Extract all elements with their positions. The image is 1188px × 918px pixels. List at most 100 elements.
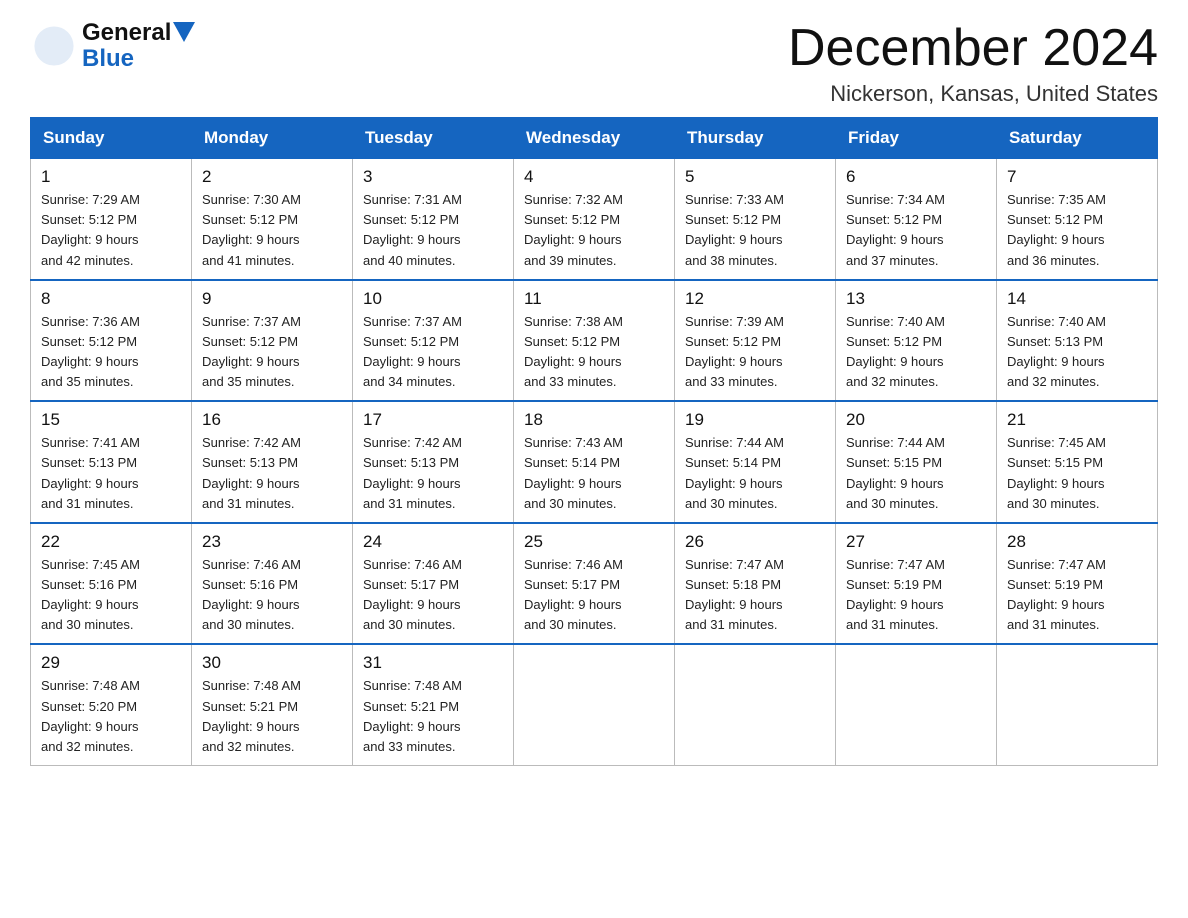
day-number: 10 [363,289,503,309]
day-number: 12 [685,289,825,309]
day-info: Sunrise: 7:29 AM Sunset: 5:12 PM Dayligh… [41,190,181,271]
day-number: 3 [363,167,503,187]
calendar-week-row: 29 Sunrise: 7:48 AM Sunset: 5:20 PM Dayl… [31,644,1158,765]
calendar-cell: 7 Sunrise: 7:35 AM Sunset: 5:12 PM Dayli… [997,159,1158,280]
day-number: 20 [846,410,986,430]
day-info: Sunrise: 7:43 AM Sunset: 5:14 PM Dayligh… [524,433,664,514]
day-info: Sunrise: 7:46 AM Sunset: 5:17 PM Dayligh… [524,555,664,636]
day-info: Sunrise: 7:41 AM Sunset: 5:13 PM Dayligh… [41,433,181,514]
calendar-cell [997,644,1158,765]
day-number: 9 [202,289,342,309]
calendar-cell: 20 Sunrise: 7:44 AM Sunset: 5:15 PM Dayl… [836,401,997,523]
calendar-cell: 30 Sunrise: 7:48 AM Sunset: 5:21 PM Dayl… [192,644,353,765]
day-number: 4 [524,167,664,187]
calendar-cell: 4 Sunrise: 7:32 AM Sunset: 5:12 PM Dayli… [514,159,675,280]
day-number: 17 [363,410,503,430]
day-info: Sunrise: 7:35 AM Sunset: 5:12 PM Dayligh… [1007,190,1147,271]
calendar-cell: 16 Sunrise: 7:42 AM Sunset: 5:13 PM Dayl… [192,401,353,523]
calendar-cell [514,644,675,765]
calendar-cell: 13 Sunrise: 7:40 AM Sunset: 5:12 PM Dayl… [836,280,997,402]
day-info: Sunrise: 7:47 AM Sunset: 5:19 PM Dayligh… [1007,555,1147,636]
logo-blue-text: Blue [82,46,195,72]
calendar-cell: 18 Sunrise: 7:43 AM Sunset: 5:14 PM Dayl… [514,401,675,523]
day-info: Sunrise: 7:48 AM Sunset: 5:20 PM Dayligh… [41,676,181,757]
weekday-header-wednesday: Wednesday [514,118,675,159]
calendar-cell: 29 Sunrise: 7:48 AM Sunset: 5:20 PM Dayl… [31,644,192,765]
day-number: 21 [1007,410,1147,430]
day-number: 29 [41,653,181,673]
calendar-cell: 14 Sunrise: 7:40 AM Sunset: 5:13 PM Dayl… [997,280,1158,402]
calendar-cell: 25 Sunrise: 7:46 AM Sunset: 5:17 PM Dayl… [514,523,675,645]
day-info: Sunrise: 7:42 AM Sunset: 5:13 PM Dayligh… [202,433,342,514]
day-info: Sunrise: 7:44 AM Sunset: 5:14 PM Dayligh… [685,433,825,514]
day-number: 19 [685,410,825,430]
weekday-header-tuesday: Tuesday [353,118,514,159]
logo-text: General Blue [82,20,195,73]
calendar-header-row: SundayMondayTuesdayWednesdayThursdayFrid… [31,118,1158,159]
calendar-week-row: 15 Sunrise: 7:41 AM Sunset: 5:13 PM Dayl… [31,401,1158,523]
day-number: 23 [202,532,342,552]
logo-icon [30,22,78,70]
calendar-cell: 6 Sunrise: 7:34 AM Sunset: 5:12 PM Dayli… [836,159,997,280]
day-number: 8 [41,289,181,309]
day-info: Sunrise: 7:30 AM Sunset: 5:12 PM Dayligh… [202,190,342,271]
day-number: 30 [202,653,342,673]
calendar-cell: 8 Sunrise: 7:36 AM Sunset: 5:12 PM Dayli… [31,280,192,402]
calendar-cell: 23 Sunrise: 7:46 AM Sunset: 5:16 PM Dayl… [192,523,353,645]
weekday-header-monday: Monday [192,118,353,159]
title-month: December 2024 [788,20,1158,77]
calendar-cell [836,644,997,765]
day-info: Sunrise: 7:47 AM Sunset: 5:18 PM Dayligh… [685,555,825,636]
day-info: Sunrise: 7:34 AM Sunset: 5:12 PM Dayligh… [846,190,986,271]
calendar-cell: 10 Sunrise: 7:37 AM Sunset: 5:12 PM Dayl… [353,280,514,402]
day-number: 13 [846,289,986,309]
day-info: Sunrise: 7:42 AM Sunset: 5:13 PM Dayligh… [363,433,503,514]
calendar-cell: 9 Sunrise: 7:37 AM Sunset: 5:12 PM Dayli… [192,280,353,402]
day-info: Sunrise: 7:36 AM Sunset: 5:12 PM Dayligh… [41,312,181,393]
logo: General Blue [30,20,195,73]
weekday-header-saturday: Saturday [997,118,1158,159]
day-info: Sunrise: 7:37 AM Sunset: 5:12 PM Dayligh… [363,312,503,393]
weekday-header-sunday: Sunday [31,118,192,159]
calendar-cell: 27 Sunrise: 7:47 AM Sunset: 5:19 PM Dayl… [836,523,997,645]
day-number: 16 [202,410,342,430]
day-info: Sunrise: 7:37 AM Sunset: 5:12 PM Dayligh… [202,312,342,393]
day-number: 1 [41,167,181,187]
calendar-table: SundayMondayTuesdayWednesdayThursdayFrid… [30,117,1158,766]
calendar-cell: 3 Sunrise: 7:31 AM Sunset: 5:12 PM Dayli… [353,159,514,280]
day-info: Sunrise: 7:32 AM Sunset: 5:12 PM Dayligh… [524,190,664,271]
header: General Blue December 2024 Nickerson, Ka… [30,20,1158,107]
calendar-cell [675,644,836,765]
calendar-week-row: 22 Sunrise: 7:45 AM Sunset: 5:16 PM Dayl… [31,523,1158,645]
day-info: Sunrise: 7:39 AM Sunset: 5:12 PM Dayligh… [685,312,825,393]
page: General Blue December 2024 Nickerson, Ka… [0,0,1188,796]
day-info: Sunrise: 7:47 AM Sunset: 5:19 PM Dayligh… [846,555,986,636]
day-info: Sunrise: 7:33 AM Sunset: 5:12 PM Dayligh… [685,190,825,271]
day-info: Sunrise: 7:31 AM Sunset: 5:12 PM Dayligh… [363,190,503,271]
calendar-cell: 22 Sunrise: 7:45 AM Sunset: 5:16 PM Dayl… [31,523,192,645]
calendar-cell: 15 Sunrise: 7:41 AM Sunset: 5:13 PM Dayl… [31,401,192,523]
calendar-week-row: 1 Sunrise: 7:29 AM Sunset: 5:12 PM Dayli… [31,159,1158,280]
calendar-cell: 19 Sunrise: 7:44 AM Sunset: 5:14 PM Dayl… [675,401,836,523]
day-number: 25 [524,532,664,552]
day-info: Sunrise: 7:48 AM Sunset: 5:21 PM Dayligh… [363,676,503,757]
calendar-cell: 28 Sunrise: 7:47 AM Sunset: 5:19 PM Dayl… [997,523,1158,645]
day-info: Sunrise: 7:46 AM Sunset: 5:17 PM Dayligh… [363,555,503,636]
calendar-cell: 11 Sunrise: 7:38 AM Sunset: 5:12 PM Dayl… [514,280,675,402]
title-location: Nickerson, Kansas, United States [788,81,1158,107]
day-info: Sunrise: 7:46 AM Sunset: 5:16 PM Dayligh… [202,555,342,636]
day-number: 14 [1007,289,1147,309]
calendar-cell: 1 Sunrise: 7:29 AM Sunset: 5:12 PM Dayli… [31,159,192,280]
day-info: Sunrise: 7:38 AM Sunset: 5:12 PM Dayligh… [524,312,664,393]
calendar-cell: 2 Sunrise: 7:30 AM Sunset: 5:12 PM Dayli… [192,159,353,280]
calendar-cell: 17 Sunrise: 7:42 AM Sunset: 5:13 PM Dayl… [353,401,514,523]
day-number: 31 [363,653,503,673]
calendar-cell: 26 Sunrise: 7:47 AM Sunset: 5:18 PM Dayl… [675,523,836,645]
day-info: Sunrise: 7:45 AM Sunset: 5:16 PM Dayligh… [41,555,181,636]
day-info: Sunrise: 7:44 AM Sunset: 5:15 PM Dayligh… [846,433,986,514]
calendar-cell: 21 Sunrise: 7:45 AM Sunset: 5:15 PM Dayl… [997,401,1158,523]
calendar-cell: 12 Sunrise: 7:39 AM Sunset: 5:12 PM Dayl… [675,280,836,402]
day-number: 7 [1007,167,1147,187]
day-number: 18 [524,410,664,430]
calendar-week-row: 8 Sunrise: 7:36 AM Sunset: 5:12 PM Dayli… [31,280,1158,402]
